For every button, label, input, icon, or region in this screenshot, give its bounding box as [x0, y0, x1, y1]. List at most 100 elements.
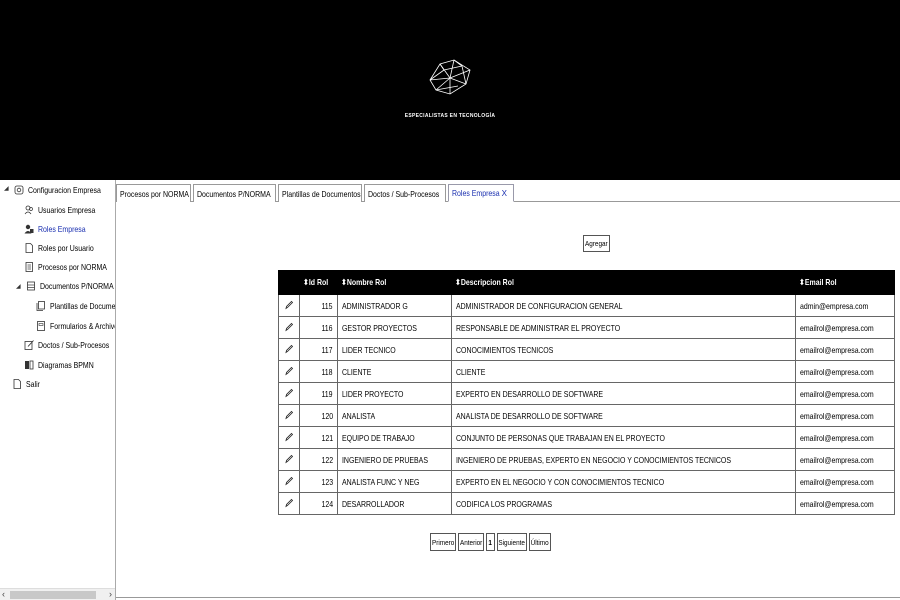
edit-cell[interactable] — [278, 360, 300, 383]
edit-pencil-icon[interactable] — [284, 432, 294, 442]
tab-label: Doctos / Sub-Procesos — [368, 188, 440, 199]
table-row[interactable]: 121 EQUIPO DE TRABAJO CONJUNTO DE PERSONAS… — [278, 426, 895, 449]
button-label: 1 — [488, 537, 493, 547]
tab-doctos-sub-procesos[interactable]: Doctos / Sub-Procesos — [364, 184, 446, 202]
column-header-descripcion[interactable]: ⬍Descripcion Rol — [450, 270, 796, 295]
diagram-icon — [25, 360, 34, 370]
first-page-button[interactable]: Primero — [430, 533, 456, 551]
tree-item-doctos-sub-procesos[interactable]: Doctos / Sub-Procesos — [24, 337, 115, 353]
column-header-email[interactable]: ⬍Email Rol — [794, 270, 895, 295]
cell-id: 122 — [299, 448, 338, 471]
document-icon — [25, 243, 33, 253]
cell-nombre: ADMINISTRADOR G — [336, 294, 452, 317]
collapse-toggle-icon[interactable]: ◢ — [16, 283, 21, 290]
tab-bar: Procesos por NORMA Documentos P/NORMA Pl… — [116, 182, 900, 202]
cell-descripcion: CONJUNTO DE PERSONAS QUE TRABAJAN EN EL … — [450, 426, 796, 449]
scrollbar-thumb[interactable] — [10, 591, 96, 599]
cell-descripcion: RESPONSABLE DE ADMINISTRAR EL PROYECTO — [450, 316, 796, 339]
table-row[interactable]: 116 GESTOR PROYECTOS RESPONSABLE DE ADMINI… — [278, 316, 895, 339]
cell-descripcion: INGENIERO DE PRUEBAS, EXPERTO EN NEGOCIO… — [450, 448, 796, 471]
collapse-toggle-icon[interactable]: ◢ — [4, 185, 9, 192]
column-header-label: Email Rol — [804, 277, 837, 287]
cell-nombre: CLIENTE — [336, 360, 452, 383]
table-row[interactable]: 124 DESARROLLADOR CODIFICA LOS PROGRAMAS em… — [278, 492, 895, 515]
close-tab-icon[interactable]: X — [502, 189, 507, 198]
edit-cell[interactable] — [278, 404, 300, 427]
current-page-button[interactable]: 1 — [486, 533, 495, 551]
edit-cell[interactable] — [278, 470, 300, 493]
edit-pencil-icon[interactable] — [284, 344, 294, 354]
tab-plantillas-de-documentos[interactable]: Plantillas de Documentos — [278, 184, 362, 202]
tree-item-salir[interactable]: Salir — [12, 376, 43, 392]
cell-id: 121 — [299, 426, 338, 449]
tagline: ESPECIALISTAS EN TECNOLOGÍA — [404, 113, 496, 119]
tree-item-configuracion-empresa[interactable]: Configuracion Empresa — [14, 182, 115, 198]
tree-item-procesos-por-norma[interactable]: Procesos por NORMA — [24, 259, 115, 275]
button-label: Anterior — [459, 537, 483, 547]
cell-id: 124 — [299, 492, 338, 515]
edit-cell[interactable] — [278, 316, 300, 339]
cell-nombre: LIDER TECNICO — [336, 338, 452, 361]
edit-pencil-icon[interactable] — [284, 498, 294, 508]
cell-email: emailrol@empresa.com — [794, 316, 895, 339]
edit-document-icon — [24, 340, 34, 350]
edit-cell[interactable] — [278, 426, 300, 449]
cell-id: 123 — [299, 470, 338, 493]
edit-cell[interactable] — [278, 338, 300, 361]
button-label: Último — [530, 537, 550, 547]
tree-item-plantillas-de-documentos[interactable]: Plantillas de Documentos — [36, 298, 115, 314]
cell-email: admin@empresa.com — [794, 294, 895, 317]
next-page-button[interactable]: Siguiente — [497, 533, 527, 551]
sidebar-horizontal-scrollbar[interactable]: ‹ › — [0, 588, 115, 600]
tab-procesos-por-norma[interactable]: Procesos por NORMA — [116, 184, 191, 202]
column-header-label: Nombre Rol — [346, 277, 387, 287]
cell-id: 120 — [299, 404, 338, 427]
edit-cell[interactable] — [278, 382, 300, 405]
table-row[interactable]: 115 ADMINISTRADOR G ADMINISTRADOR DE CONFI… — [278, 294, 895, 317]
edit-pencil-icon[interactable] — [284, 322, 294, 332]
tab-roles-empresa[interactable]: Roles Empresa X — [448, 184, 514, 202]
edit-pencil-icon[interactable] — [284, 454, 294, 464]
tab-documentos-pnorma[interactable]: Documentos P/NORMA — [193, 184, 276, 202]
table-row[interactable]: 123 ANALISTA FUNC Y NEG EXPERTO EN EL NEGO… — [278, 470, 895, 493]
tree-item-diagramas-bpmn[interactable]: Diagramas BPMN — [24, 357, 106, 373]
edit-pencil-icon[interactable] — [284, 476, 294, 486]
edit-cell[interactable] — [278, 294, 300, 317]
table-row[interactable]: 119 LIDER PROYECTO EXPERTO EN DESARROLLO D… — [278, 382, 895, 405]
edit-pencil-icon[interactable] — [284, 388, 294, 398]
cell-descripcion: ADMINISTRADOR DE CONFIGURACION GENERAL — [450, 294, 796, 317]
company-logo — [429, 59, 471, 95]
column-header-nombre[interactable]: ⬍Nombre Rol — [336, 270, 452, 295]
last-page-button[interactable]: Último — [529, 533, 551, 551]
tree-item-usuarios-empresa[interactable]: Usuarios Empresa — [24, 202, 108, 218]
form-icon — [37, 321, 45, 331]
edit-pencil-icon[interactable] — [284, 366, 294, 376]
roles-table: ⬍Id Rol ⬍Nombre Rol ⬍Descripcion Rol ⬍Em… — [278, 270, 895, 515]
settings-icon — [14, 185, 24, 195]
table-row[interactable]: 120 ANALISTA ANALISTA DE DESARROLLO DE SOF… — [278, 404, 895, 427]
edit-cell[interactable] — [278, 492, 300, 515]
list-document-icon — [25, 262, 33, 272]
cell-descripcion: EXPERTO EN DESARROLLO DE SOFTWARE — [450, 382, 796, 405]
edit-cell[interactable] — [278, 448, 300, 471]
cell-nombre: ANALISTA — [336, 404, 452, 427]
tree-item-formularios-archivos[interactable]: Formularios & Archivos — [36, 318, 115, 334]
table-row[interactable]: 118 CLIENTE CLIENTE emailrol@empresa.com — [278, 360, 895, 383]
column-header-label: Id Rol — [308, 277, 329, 287]
table-row[interactable]: 122 INGENIERO DE PRUEBAS INGENIERO DE PRUE… — [278, 448, 895, 471]
cell-id: 118 — [299, 360, 338, 383]
template-icon — [36, 301, 45, 311]
cell-email: emailrol@empresa.com — [794, 470, 895, 493]
table-row[interactable]: 117 LIDER TECNICO CONOCIMIENTOS TECNICOS em… — [278, 338, 895, 361]
scroll-left-icon[interactable]: ‹ — [2, 589, 5, 599]
scroll-right-icon[interactable]: › — [109, 589, 112, 599]
edit-pencil-icon[interactable] — [284, 410, 294, 420]
tree-item-roles-por-usuario[interactable]: Roles por Usuario — [24, 240, 106, 256]
tree-item-roles-empresa[interactable]: Roles Empresa — [24, 221, 96, 237]
previous-page-button[interactable]: Anterior — [458, 533, 484, 551]
tree-item-label: Configuracion Empresa — [28, 185, 101, 195]
column-header-id[interactable]: ⬍Id Rol — [299, 270, 338, 295]
edit-pencil-icon[interactable] — [284, 300, 294, 310]
tree-item-documentos-pnorma[interactable]: Documentos P/NORMA — [26, 278, 115, 294]
add-button[interactable]: Agregar — [583, 235, 610, 252]
